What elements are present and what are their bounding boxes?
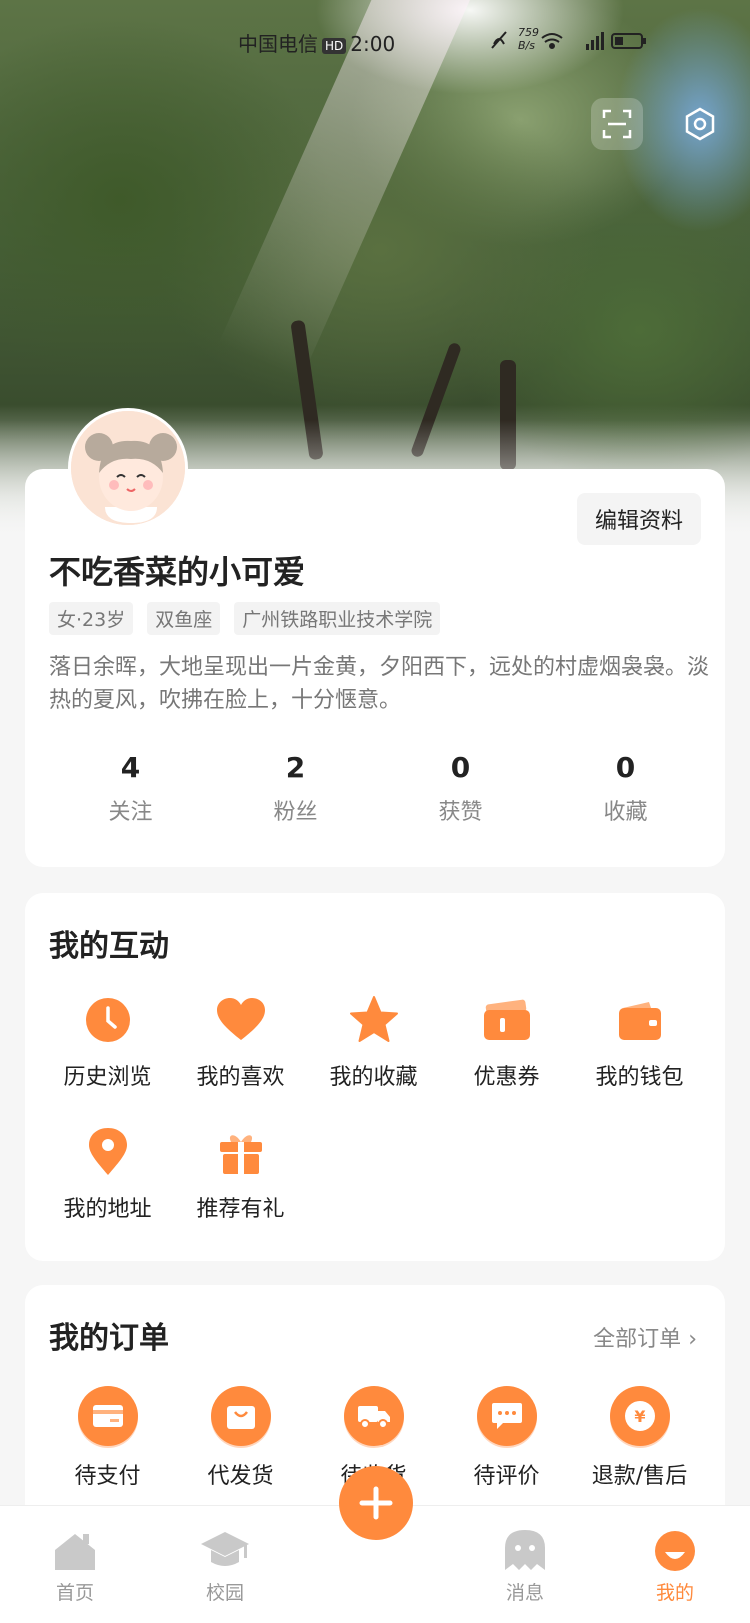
wifi-icon (541, 33, 563, 49)
stat-number: 4 (120, 751, 141, 784)
address-item[interactable]: 我的地址 (41, 1127, 174, 1259)
stat-likes[interactable]: 0 获赞 (378, 751, 543, 826)
nav-campus[interactable]: 校园 (175, 1526, 275, 1605)
grid-label: 优惠券 (473, 1065, 540, 1090)
location-icon (88, 1128, 127, 1175)
campus-icon (201, 1532, 249, 1566)
chat-icon (491, 1403, 522, 1429)
tree-trunk (290, 319, 324, 461)
profile-bio: 落日余晖，大地呈现出一片金黄，夕阳西下，远处的村虚烟袅袅。淡热的夏风，吹拂在脸上… (49, 655, 710, 713)
nav-label: 消息 (505, 1582, 544, 1604)
status-carrier: 中国电信 HD 2:00 (238, 28, 395, 57)
stat-following[interactable]: 4 关注 (48, 751, 213, 826)
home-icon (55, 1534, 95, 1570)
stat-number: 2 (285, 751, 306, 784)
nav-profile[interactable]: 我的 (625, 1526, 725, 1605)
stat-fans[interactable]: 2 粉丝 (213, 751, 378, 826)
all-orders-link[interactable]: 全部订单 › (593, 1321, 697, 1353)
wallet-icon (618, 1002, 661, 1040)
tree-trunk (500, 360, 516, 470)
stat-label: 获赞 (438, 800, 483, 825)
coupon-icon (483, 999, 530, 1040)
carrier-name: 中国电信 (238, 32, 318, 56)
chevron-right-icon: › (688, 1327, 697, 1352)
scan-icon (602, 109, 632, 139)
stat-label: 收藏 (603, 800, 648, 825)
orders-title: 我的订单 (49, 1321, 169, 1356)
history-item[interactable]: 历史浏览 (41, 995, 174, 1127)
order-pending-payment[interactable]: 待支付 (41, 1386, 174, 1490)
profile-stats: 4 关注 2 粉丝 0 获赞 0 收藏 (25, 751, 725, 826)
publish-button[interactable] (339, 1466, 413, 1540)
clock-icon (85, 998, 130, 1042)
status-icons (491, 31, 646, 50)
nav-messages[interactable]: 消息 (475, 1526, 575, 1605)
profile-tags: 女·23岁 双鱼座 广州铁路职业技术学院 (49, 602, 441, 635)
status-bar: 中国电信 HD 2:00 759 B/s (0, 26, 750, 56)
tree-trunk (409, 341, 463, 459)
bag-icon (226, 1406, 255, 1429)
status-time: 2:00 (350, 32, 396, 56)
school-tag: 广州铁路职业技术学院 (234, 602, 441, 635)
mute-icon (491, 31, 507, 49)
order-pending-review[interactable]: 待评价 (440, 1386, 573, 1490)
grid-label: 我的收藏 (329, 1065, 418, 1090)
plus-icon (359, 1486, 393, 1520)
avatar[interactable] (68, 408, 188, 528)
yen-icon: ¥ (624, 1401, 655, 1431)
stat-number: 0 (615, 751, 636, 784)
grid-label: 推荐有礼 (196, 1197, 285, 1222)
hd-badge: HD (322, 37, 347, 54)
all-orders-label: 全部订单 (593, 1327, 682, 1352)
interactions-card: 我的互动 历史浏览 我的喜欢 我的收藏 优惠券 我的钱包 我的地址 推荐有礼 (25, 893, 725, 1261)
order-label: 代发货 (207, 1464, 274, 1489)
stat-label: 关注 (108, 800, 153, 825)
interactions-title: 我的互动 (49, 929, 169, 964)
order-label: 待支付 (74, 1464, 141, 1489)
battery-icon (611, 33, 646, 49)
gender-age-tag: 女·23岁 (49, 602, 134, 635)
gift-icon (219, 1135, 262, 1174)
order-label: 待评价 (473, 1464, 540, 1489)
scan-button[interactable] (591, 98, 643, 150)
wallet-item[interactable]: 我的钱包 (573, 995, 706, 1127)
stat-label: 粉丝 (273, 800, 318, 825)
coupons-item[interactable]: 优惠券 (440, 995, 573, 1127)
user-name: 不吃香菜的小可爱 (49, 553, 306, 591)
profile-icon (655, 1531, 695, 1571)
message-icon (505, 1530, 545, 1570)
grid-label: 历史浏览 (63, 1065, 152, 1090)
signal-icon (586, 32, 604, 50)
interactions-grid: 历史浏览 我的喜欢 我的收藏 优惠券 我的钱包 我的地址 推荐有礼 (25, 995, 725, 1259)
star-icon (349, 996, 398, 1042)
order-label: 退款/售后 (591, 1464, 688, 1489)
nav-label: 首页 (55, 1582, 94, 1604)
nav-label: 我的 (655, 1582, 694, 1604)
heart-icon (216, 998, 265, 1040)
referral-item[interactable]: 推荐有礼 (174, 1127, 307, 1259)
zodiac-tag: 双鱼座 (147, 602, 221, 635)
grid-label: 我的喜欢 (196, 1065, 285, 1090)
settings-icon (685, 107, 715, 141)
stat-number: 0 (450, 751, 471, 784)
edit-profile-button[interactable]: 编辑资料 (577, 493, 701, 545)
grid-label: 我的地址 (63, 1197, 152, 1222)
nav-label: 校园 (205, 1582, 244, 1604)
order-pending-shipment[interactable]: 代发货 (174, 1386, 307, 1490)
svg-text:¥: ¥ (634, 1407, 645, 1426)
profile-card: 编辑资料 不吃香菜的小可爱 女·23岁 双鱼座 广州铁路职业技术学院 落日余晖，… (25, 469, 725, 867)
order-refund[interactable]: ¥ 退款/售后 (573, 1386, 706, 1490)
collections-item[interactable]: 我的收藏 (307, 995, 440, 1127)
likes-item[interactable]: 我的喜欢 (174, 995, 307, 1127)
truck-icon (357, 1406, 390, 1429)
card-icon (92, 1405, 123, 1427)
nav-home[interactable]: 首页 (25, 1526, 125, 1605)
grid-label: 我的钱包 (595, 1065, 684, 1090)
settings-button[interactable] (674, 98, 726, 150)
stat-favorites[interactable]: 0 收藏 (543, 751, 708, 826)
sun-ray (218, 0, 472, 381)
